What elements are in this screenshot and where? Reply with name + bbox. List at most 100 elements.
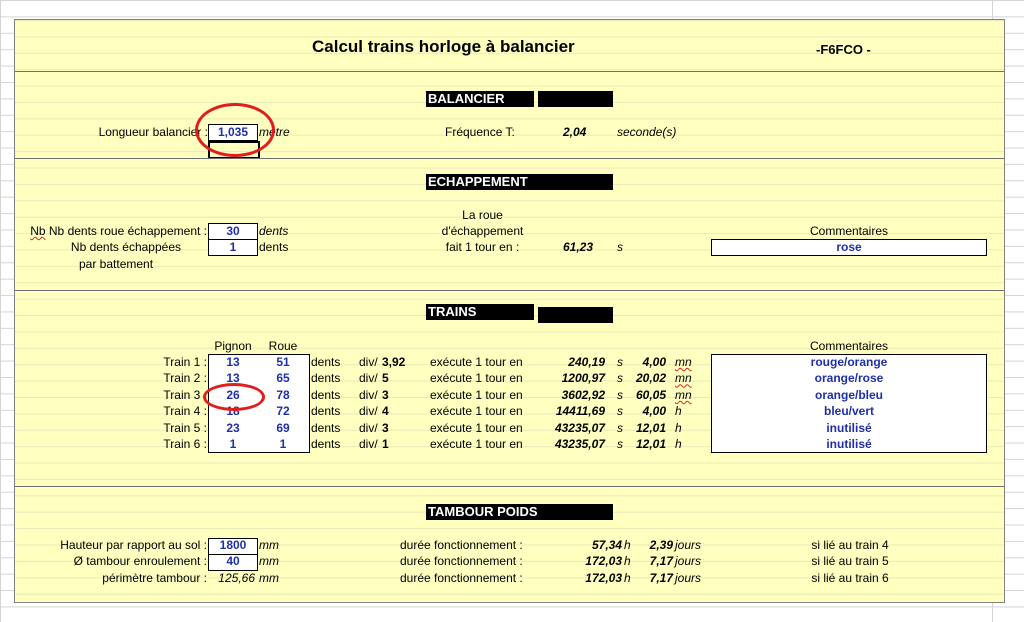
roue-label-2: d'échappement bbox=[441, 224, 524, 238]
seconds-unit: s bbox=[617, 355, 623, 369]
dents-unit: dents bbox=[311, 437, 341, 451]
roue-cell[interactable]: 1 bbox=[258, 437, 308, 452]
dents-unit: dents bbox=[311, 387, 341, 402]
worksheet-area: Calcul trains horloge à balancier -F6FCO… bbox=[14, 19, 1005, 603]
trains-header: TRAINS bbox=[426, 304, 534, 320]
div-value: 5 bbox=[382, 371, 389, 386]
tour-unit: s bbox=[617, 240, 623, 254]
time-unit: mn bbox=[675, 371, 692, 386]
train-comment[interactable]: orange/rose bbox=[711, 371, 987, 386]
train-comment[interactable]: inutilisé bbox=[711, 421, 987, 436]
exec-label: exécute 1 tour en bbox=[430, 355, 523, 369]
balancier-header: BALANCIER bbox=[426, 91, 534, 107]
pignon-cell[interactable]: 23 bbox=[208, 421, 258, 436]
time-converted: 12,01 bbox=[635, 420, 666, 435]
time-converted: 60,05 bbox=[635, 387, 666, 402]
roue-cell[interactable]: 69 bbox=[258, 421, 308, 436]
nb-dents-input[interactable]: 30 bbox=[208, 223, 258, 240]
seconds-unit: s bbox=[617, 371, 623, 386]
roue-label-3: fait 1 tour en : bbox=[445, 240, 520, 254]
roue-cell[interactable]: 51 bbox=[258, 355, 308, 370]
dents-unit: dents bbox=[311, 404, 341, 419]
div-value: 3,92 bbox=[382, 355, 406, 369]
train-label: Train 4 : bbox=[163, 404, 207, 419]
tambour-unit: mm bbox=[259, 554, 279, 569]
time-unit: h bbox=[675, 404, 682, 419]
frequence-label: Fréquence T: bbox=[445, 125, 515, 139]
echappees-input[interactable]: 1 bbox=[208, 239, 258, 256]
time-seconds: 1200,97 bbox=[561, 371, 605, 386]
time-seconds: 3602,92 bbox=[561, 387, 605, 402]
hours-value: 172,03 bbox=[585, 570, 622, 585]
div-value: 4 bbox=[382, 404, 389, 419]
hours-value: 57,34 bbox=[591, 538, 622, 552]
tambour-value[interactable]: 40 bbox=[208, 554, 258, 569]
tambour-value[interactable]: 1800 bbox=[208, 538, 258, 553]
section-divider bbox=[15, 486, 1004, 487]
col-pignon: Pignon bbox=[214, 339, 252, 353]
author-label: -F6FCO - bbox=[816, 42, 871, 57]
tambour-header: TAMBOUR POIDS bbox=[426, 504, 613, 520]
train-label: Train 6 : bbox=[163, 437, 207, 451]
train-comment[interactable]: rouge/orange bbox=[711, 355, 987, 370]
div-label: div/ bbox=[359, 420, 378, 435]
dents-unit: dents bbox=[311, 420, 341, 435]
train-label: Train 5 : bbox=[163, 420, 207, 435]
time-unit: h bbox=[675, 437, 682, 451]
days-value: 7,17 bbox=[649, 570, 673, 585]
tour-value: 61,23 bbox=[562, 240, 593, 254]
echappees-label-2: par battement bbox=[79, 257, 154, 271]
section-divider bbox=[15, 290, 1004, 291]
exec-label: exécute 1 tour en bbox=[430, 371, 523, 386]
train-comment[interactable]: orange/bleu bbox=[711, 388, 987, 403]
hours-value: 172,03 bbox=[585, 554, 622, 569]
col-roue: Roue bbox=[268, 339, 298, 353]
days-unit: jours bbox=[675, 554, 702, 569]
hours-unit: h bbox=[624, 554, 631, 569]
time-unit: mn bbox=[675, 387, 692, 402]
comment-field[interactable]: rose bbox=[711, 239, 987, 256]
roue-cell[interactable]: 72 bbox=[258, 404, 308, 419]
dents-unit: dents bbox=[311, 355, 341, 369]
div-value: 3 bbox=[382, 420, 389, 435]
nb-dents-label-text: Nb dents roue échappement : bbox=[48, 224, 207, 238]
div-label: div/ bbox=[359, 404, 378, 419]
pignon-cell[interactable]: 13 bbox=[208, 355, 258, 370]
header-bar-filler bbox=[538, 91, 613, 107]
hours-unit: h bbox=[624, 570, 631, 585]
time-seconds: 240,19 bbox=[568, 355, 605, 369]
frequence-value: 2,04 bbox=[563, 125, 587, 139]
echappees-value: 1 bbox=[229, 240, 237, 254]
train-link-note: si lié au train 4 bbox=[811, 538, 889, 552]
div-label: div/ bbox=[359, 387, 378, 402]
time-seconds: 43235,07 bbox=[554, 437, 605, 451]
div-label: div/ bbox=[359, 371, 378, 386]
dents-unit: dents bbox=[311, 371, 341, 386]
time-converted: 20,02 bbox=[635, 371, 666, 386]
section-divider bbox=[15, 71, 1004, 72]
comment-value: rose bbox=[836, 240, 862, 254]
tambour-value: 125,66 bbox=[218, 570, 255, 585]
train-label: Train 2 : bbox=[163, 371, 207, 386]
time-converted: 4,00 bbox=[642, 355, 666, 369]
time-converted: 4,00 bbox=[642, 404, 666, 419]
roue-cell[interactable]: 78 bbox=[258, 388, 308, 403]
time-unit: h bbox=[675, 420, 682, 435]
header-bar-filler bbox=[538, 307, 613, 323]
annotation-circle bbox=[195, 103, 275, 157]
train-label: Train 3 : bbox=[163, 387, 207, 402]
train-comment[interactable]: bleu/vert bbox=[711, 404, 987, 419]
train-link-note: si lié au train 6 bbox=[811, 570, 889, 585]
echappees-label: Nb dents échappées bbox=[70, 240, 181, 254]
train-comment[interactable]: inutilisé bbox=[711, 437, 987, 452]
tambour-unit: mm bbox=[259, 570, 279, 585]
pignon-cell[interactable]: 1 bbox=[208, 437, 258, 452]
roue-cell[interactable]: 65 bbox=[258, 371, 308, 386]
trains-comment-header: Commentaires bbox=[809, 339, 889, 353]
time-seconds: 43235,07 bbox=[554, 420, 605, 435]
exec-label: exécute 1 tour en bbox=[430, 437, 523, 451]
nb-dents-label: Nb Nb dents roue échappement : bbox=[30, 224, 207, 238]
days-value: 7,17 bbox=[649, 554, 673, 569]
page-title: Calcul trains horloge à balancier bbox=[312, 37, 575, 56]
echappement-header: ECHAPPEMENT bbox=[426, 174, 613, 190]
